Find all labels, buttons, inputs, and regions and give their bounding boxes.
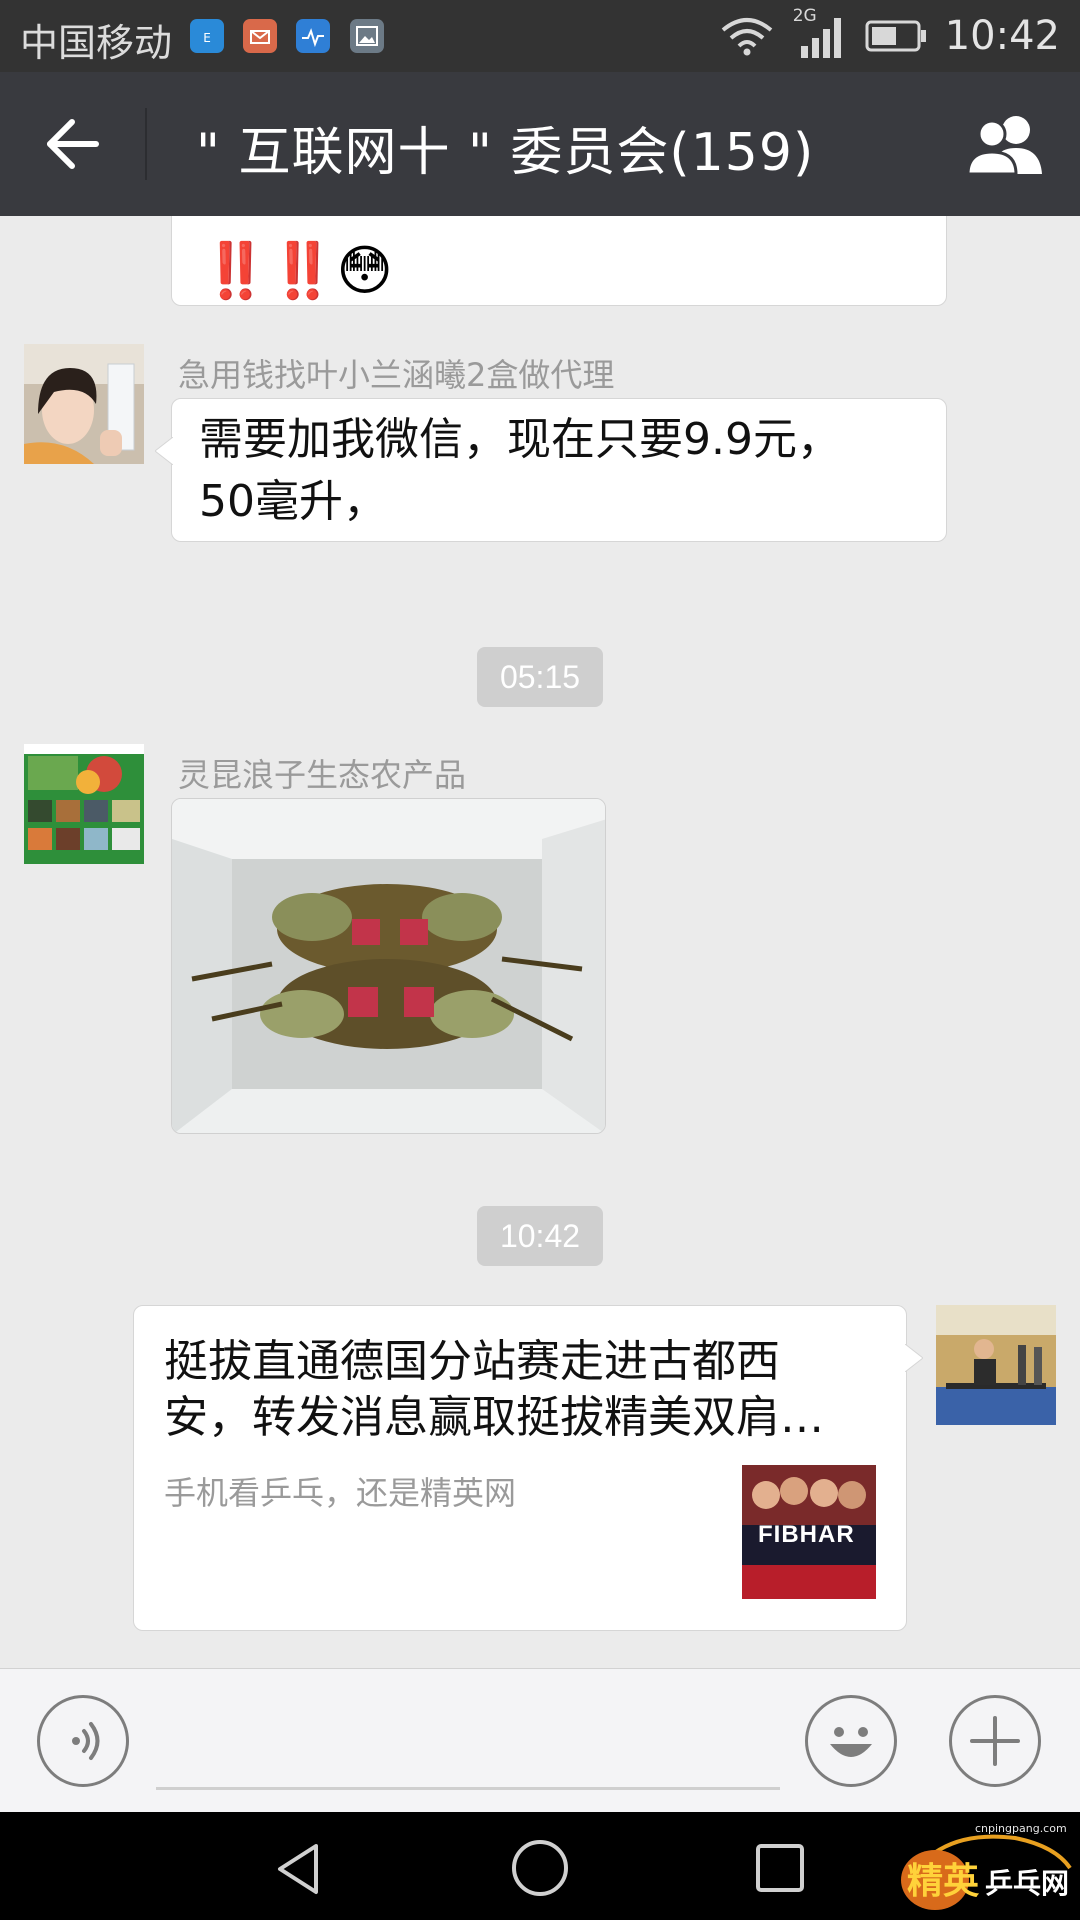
svg-text:E: E — [203, 31, 211, 45]
input-bar — [0, 1668, 1080, 1812]
message-text-line: 50毫升， — [199, 476, 387, 527]
watermark-brand-left: 精英 — [907, 1861, 980, 1902]
message-bubble-emoji[interactable]: ‼️‼️😳 — [171, 216, 947, 306]
wifi-icon — [721, 18, 772, 56]
voice-input-button[interactable] — [37, 1695, 129, 1787]
sender-name: 灵昆浪子生态农产品 — [178, 756, 467, 794]
emoji-text: ‼️‼️😳 — [202, 239, 393, 302]
link-thumbnail: FIBHAR — [742, 1465, 876, 1599]
voice-icon — [72, 1722, 100, 1760]
nav-recents-icon[interactable] — [754, 1842, 806, 1894]
link-description: 手机看乒乓，还是精英网 — [164, 1474, 517, 1512]
plus-icon — [970, 1716, 1020, 1766]
system-nav-bar: cnpingpang.com 精英 乒乓网 — [0, 1812, 1080, 1920]
timestamp-chip: 05:15 — [477, 647, 603, 707]
thumbnail-brand-text: FIBHAR — [758, 1521, 855, 1548]
watermark-url: cnpingpang.com — [975, 1822, 1067, 1835]
nav-home-icon[interactable] — [510, 1838, 570, 1898]
back-arrow-icon[interactable] — [42, 114, 102, 174]
chat-message-list[interactable]: ‼️‼️😳 急用钱找叶小兰涵曦2盒做代理 需要加我微信，现在只要9.9元， 50… — [0, 216, 1080, 1668]
email-app-icon: E — [190, 19, 224, 53]
shared-link-card[interactable]: 挺拔直通德国分站赛走进古都西 安，转发消息赢取挺拔精美双肩… 手机看乒乓，还是精… — [133, 1305, 923, 1631]
status-indicators: 2G 10:42 — [719, 6, 1060, 64]
message-bubble-text[interactable]: 需要加我微信，现在只要9.9元， 50毫升， — [155, 398, 947, 542]
avatar[interactable] — [24, 744, 144, 864]
link-title-line: 安，转发消息赢取挺拔精美双肩… — [164, 1392, 824, 1443]
clock: 10:42 — [944, 13, 1060, 59]
battery-icon — [865, 20, 926, 52]
link-title-line: 挺拔直通德国分站赛走进古都西 — [164, 1336, 780, 1387]
status-bar: 中国移动 E 2G 10:42 — [0, 0, 1080, 72]
cellular-signal-icon: 2G — [793, 6, 847, 60]
header-divider — [145, 108, 147, 180]
avatar[interactable] — [24, 344, 144, 464]
timestamp-chip: 10:42 — [477, 1206, 603, 1266]
page-title: " 互联网十 " 委员会(159) — [196, 123, 815, 183]
sender-name: 急用钱找叶小兰涵曦2盒做代理 — [178, 356, 615, 394]
message-image-crabs[interactable] — [171, 798, 606, 1134]
message-input[interactable] — [156, 1787, 780, 1790]
bubble-tail — [905, 1344, 923, 1372]
message-text-line: 需要加我微信，现在只要9.9元， — [199, 414, 841, 465]
group-members-icon[interactable] — [962, 112, 1050, 176]
gallery-app-icon — [350, 19, 384, 53]
my-avatar[interactable] — [936, 1305, 1056, 1425]
emoji-button[interactable] — [805, 1695, 897, 1787]
carrier-name: 中国移动 — [20, 21, 173, 65]
watermark-logo: cnpingpang.com 精英 乒乓网 — [895, 1818, 1075, 1916]
nav-back-icon[interactable] — [272, 1842, 326, 1896]
more-actions-button[interactable] — [949, 1695, 1041, 1787]
chat-header: " 互联网十 " 委员会(159) — [0, 72, 1080, 216]
smiley-icon — [830, 1727, 872, 1757]
bubble-tail — [155, 437, 173, 465]
health-app-icon — [296, 19, 330, 53]
watermark-brand-right: 乒乓网 — [985, 1867, 1070, 1900]
mail-app-icon — [243, 19, 277, 53]
